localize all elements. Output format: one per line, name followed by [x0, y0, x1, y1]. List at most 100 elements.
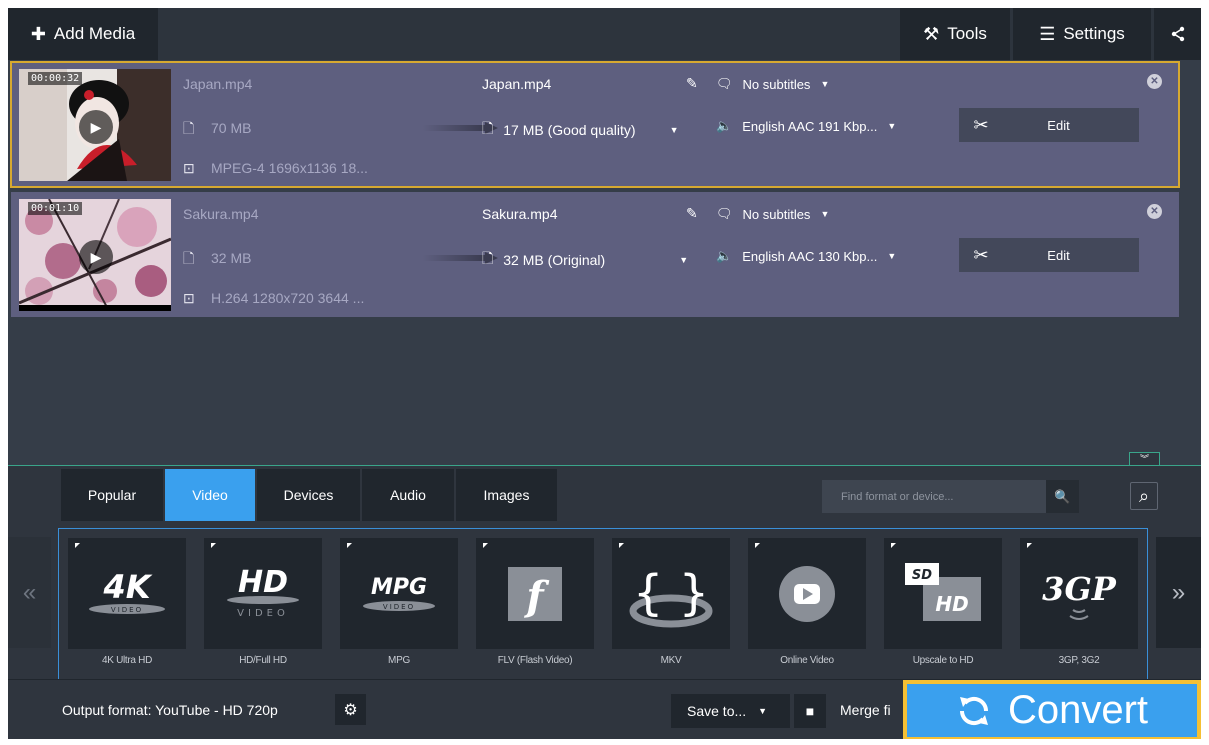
- remove-file-icon[interactable]: ✕: [1147, 204, 1162, 219]
- format-panel: Popular Video Devices Audio Images Find …: [8, 465, 1201, 739]
- format-flv[interactable]: f: [476, 538, 594, 649]
- corner-triangle-icon: [211, 543, 216, 548]
- convert-label: Convert: [1007, 688, 1149, 732]
- share-button[interactable]: [1154, 8, 1201, 60]
- gear-icon[interactable]: ⚙: [335, 694, 366, 725]
- file-icon: 🗋: [482, 250, 494, 266]
- 4k-icon: 4K VIDEO: [89, 568, 165, 614]
- detect-device-icon[interactable]: ⌕: [1130, 482, 1158, 510]
- remove-file-icon[interactable]: ✕: [1147, 74, 1162, 89]
- source-filename: Sakura.mp4: [183, 206, 259, 222]
- tab-images[interactable]: Images: [456, 469, 557, 521]
- file-item-sakura[interactable]: 00:01:10 ▶ Sakura.mp4 🗋 32 MB ⊡ H.264 1280…: [11, 192, 1179, 317]
- file-icon: 🗋: [482, 120, 494, 136]
- svg-text:VIDEO: VIDEO: [111, 606, 143, 614]
- folder-icon[interactable]: ■: [794, 694, 826, 728]
- share-icon: [1171, 26, 1184, 42]
- audio-label: English AAC 130 Kbp...: [742, 248, 878, 264]
- duration-label: 00:01:10: [28, 202, 83, 215]
- edit-label: Edit: [1047, 247, 1070, 263]
- hd-icon: HD VIDEO: [227, 565, 299, 619]
- source-filename: Japan.mp4: [183, 76, 253, 92]
- 3gp-icon: 3GP: [1042, 570, 1117, 620]
- add-media-button[interactable]: ✚ Add Media: [8, 8, 158, 60]
- format-label: HD/Full HD: [239, 655, 287, 666]
- audio-dropdown[interactable]: 🔈 English AAC 130 Kbp... ▼: [716, 248, 896, 264]
- app-window: ✚ Add Media ⚒ Tools ☰ Settings 00:00:32 …: [8, 8, 1201, 739]
- settings-button[interactable]: ☰ Settings: [1013, 8, 1151, 60]
- subtitles-dropdown[interactable]: 🗨 No subtitles ▼: [716, 206, 829, 222]
- video-thumbnail[interactable]: 00:01:10 ▶: [19, 199, 171, 311]
- format-3gp[interactable]: 3GP: [1020, 538, 1138, 649]
- corner-triangle-icon: [483, 543, 488, 548]
- output-size-dropdown[interactable]: 🗋 32 MB (Original) ▼: [482, 248, 688, 272]
- scissors-icon: ✂: [973, 114, 989, 135]
- tab-devices[interactable]: Devices: [257, 469, 360, 521]
- chevron-down-icon: ▼: [887, 251, 897, 261]
- chevron-down-icon: ▼: [820, 209, 830, 219]
- format-label: 4K Ultra HD: [101, 655, 153, 666]
- merge-files-label[interactable]: Merge fi: [840, 702, 891, 718]
- save-to-label: Save to...: [687, 703, 747, 719]
- tab-video[interactable]: Video: [165, 469, 255, 521]
- output-filename[interactable]: Sakura.mp4: [482, 206, 557, 222]
- file-item-japan[interactable]: 00:00:32 ▶ Japan.mp4 🗋 70 MB ⊡ MPEG-4 1696…: [10, 61, 1180, 188]
- scroll-left-button[interactable]: «: [8, 537, 51, 648]
- chevron-down-icon: ▼: [679, 255, 689, 265]
- svg-text:HD: HD: [935, 592, 968, 616]
- format-label: MKV: [660, 655, 682, 666]
- output-size-label: 32 MB (Original): [503, 252, 606, 268]
- tools-button[interactable]: ⚒ Tools: [900, 8, 1010, 60]
- menu-icon: ☰: [1039, 24, 1056, 44]
- video-thumbnail[interactable]: 00:00:32 ▶: [19, 69, 171, 181]
- format-mkv[interactable]: { }: [612, 538, 730, 649]
- format-label: FLV (Flash Video): [497, 655, 573, 666]
- rename-pencil-icon[interactable]: ✎: [686, 205, 698, 222]
- search-icon[interactable]: 🔍: [1046, 480, 1079, 513]
- corner-triangle-icon: [755, 543, 760, 548]
- save-to-dropdown[interactable]: Save to... ▼: [671, 694, 790, 728]
- format-label: MPG: [388, 655, 410, 666]
- source-codec: ⊡ MPEG-4 1696x1136 18...: [183, 160, 368, 177]
- tab-popular[interactable]: Popular: [61, 469, 163, 521]
- subtitles-label: No subtitles: [742, 206, 811, 222]
- subtitle-icon: 🗨: [716, 76, 733, 91]
- source-codec: ⊡ H.264 1280x720 3644 ...: [183, 290, 364, 307]
- chevron-down-icon: ▼: [887, 121, 897, 131]
- add-media-label: Add Media: [53, 24, 136, 43]
- audio-dropdown[interactable]: 🔈 English AAC 191 Kbp... ▼: [716, 118, 896, 134]
- edit-button[interactable]: ✂ Edit: [959, 108, 1139, 142]
- chevron-down-icon: ▼: [669, 125, 679, 135]
- collapse-panel-icon[interactable]: ︾: [1129, 452, 1160, 465]
- subtitle-icon: 🗨: [716, 206, 733, 221]
- format-hd[interactable]: HD VIDEO: [204, 538, 322, 649]
- scroll-right-button[interactable]: »: [1156, 537, 1201, 648]
- format-4k[interactable]: 4K VIDEO: [68, 538, 186, 649]
- play-icon[interactable]: ▶: [79, 110, 113, 144]
- svg-text:{ }: { }: [633, 565, 709, 621]
- tab-audio[interactable]: Audio: [362, 469, 454, 521]
- file-icon: 🗋: [183, 250, 195, 266]
- edit-button[interactable]: ✂ Edit: [959, 238, 1139, 272]
- output-filename[interactable]: Japan.mp4: [482, 76, 551, 92]
- subtitles-dropdown[interactable]: 🗨 No subtitles ▼: [716, 76, 829, 92]
- footer-bar: Output format: YouTube - HD 720p ⚙ Save …: [8, 679, 1201, 739]
- format-upscale-hd[interactable]: HD SD: [884, 538, 1002, 649]
- convert-button[interactable]: Convert: [903, 680, 1201, 739]
- output-size-dropdown[interactable]: 🗋 17 MB (Good quality) ▼: [482, 118, 678, 142]
- rename-pencil-icon[interactable]: ✎: [686, 75, 698, 92]
- speaker-icon: 🔈: [716, 118, 733, 133]
- format-online-video[interactable]: [748, 538, 866, 649]
- play-icon[interactable]: ▶: [79, 240, 113, 274]
- output-size-label: 17 MB (Good quality): [503, 122, 636, 138]
- svg-text:HD: HD: [238, 565, 288, 600]
- format-search-input[interactable]: Find format or device... 🔍: [822, 480, 1079, 513]
- svg-text:VIDEO: VIDEO: [383, 603, 415, 611]
- audio-label: English AAC 191 Kbp...: [742, 118, 878, 134]
- video-info-icon: ⊡: [183, 290, 195, 306]
- subtitles-label: No subtitles: [742, 76, 811, 92]
- format-label: Upscale to HD: [912, 655, 974, 666]
- speaker-icon: 🔈: [716, 248, 733, 263]
- format-grid: 4K VIDEO 4K Ultra HD HD VIDEO HD/Full HD: [58, 528, 1148, 681]
- format-mpg[interactable]: MPG VIDEO: [340, 538, 458, 649]
